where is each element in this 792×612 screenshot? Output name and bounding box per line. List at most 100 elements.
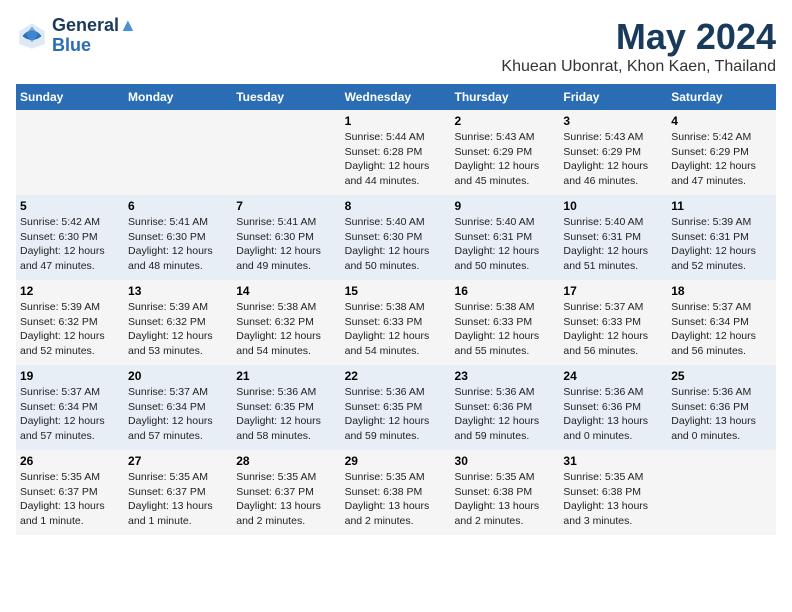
day-number: 4 (671, 114, 772, 128)
main-title: May 2024 (501, 16, 776, 58)
calendar-cell: 5 Sunrise: 5:42 AMSunset: 6:30 PMDaylight… (16, 195, 124, 280)
calendar-cell: 27 Sunrise: 5:35 AMSunset: 6:37 PMDayligh… (124, 450, 232, 535)
day-number: 25 (671, 369, 772, 383)
week-row-2: 5 Sunrise: 5:42 AMSunset: 6:30 PMDaylight… (16, 195, 776, 280)
day-info: Sunrise: 5:41 AMSunset: 6:30 PMDaylight:… (236, 215, 336, 274)
calendar-cell: 29 Sunrise: 5:35 AMSunset: 6:38 PMDayligh… (341, 450, 451, 535)
calendar-cell: 4Sunrise: 5:42 AMSunset: 6:29 PMDaylight… (667, 110, 776, 195)
day-info: Sunrise: 5:40 AMSunset: 6:31 PMDaylight:… (455, 215, 556, 274)
day-number: 24 (563, 369, 663, 383)
day-number: 18 (671, 284, 772, 298)
day-info: Sunrise: 5:35 AMSunset: 6:37 PMDaylight:… (20, 470, 120, 529)
day-number: 3 (563, 114, 663, 128)
day-info: Sunrise: 5:39 AMSunset: 6:32 PMDaylight:… (20, 300, 120, 359)
day-info: Sunrise: 5:38 AMSunset: 6:33 PMDaylight:… (455, 300, 556, 359)
day-number: 30 (455, 454, 556, 468)
day-number: 19 (20, 369, 120, 383)
calendar-cell: 7 Sunrise: 5:41 AMSunset: 6:30 PMDaylight… (232, 195, 340, 280)
day-number: 9 (455, 199, 556, 213)
calendar-cell: 18Sunrise: 5:37 AMSunset: 6:34 PMDayligh… (667, 280, 776, 365)
day-info: Sunrise: 5:37 AMSunset: 6:33 PMDaylight:… (563, 300, 663, 359)
day-number: 27 (128, 454, 228, 468)
week-row-4: 19 Sunrise: 5:37 AMSunset: 6:34 PMDayligh… (16, 365, 776, 450)
day-info: Sunrise: 5:42 AMSunset: 6:30 PMDaylight:… (20, 215, 120, 274)
day-info: Sunrise: 5:37 AMSunset: 6:34 PMDaylight:… (20, 385, 120, 444)
day-info: Sunrise: 5:38 AMSunset: 6:33 PMDaylight:… (345, 300, 447, 359)
day-info: Sunrise: 5:41 AMSunset: 6:30 PMDaylight:… (128, 215, 228, 274)
day-number: 5 (20, 199, 120, 213)
header-cell-wednesday: Wednesday (341, 84, 451, 110)
calendar-cell (124, 110, 232, 195)
day-number: 23 (455, 369, 556, 383)
calendar-cell: 6Sunrise: 5:41 AMSunset: 6:30 PMDaylight… (124, 195, 232, 280)
calendar-cell: 24 Sunrise: 5:36 AMSunset: 6:36 PMDayligh… (559, 365, 667, 450)
day-number: 8 (345, 199, 447, 213)
day-number: 10 (563, 199, 663, 213)
day-info: Sunrise: 5:40 AMSunset: 6:31 PMDaylight:… (563, 215, 663, 274)
day-number: 20 (128, 369, 228, 383)
week-row-3: 12 Sunrise: 5:39 AMSunset: 6:32 PMDayligh… (16, 280, 776, 365)
day-info: Sunrise: 5:44 AMSunset: 6:28 PMDaylight:… (345, 130, 447, 189)
day-info: Sunrise: 5:43 AMSunset: 6:29 PMDaylight:… (455, 130, 556, 189)
calendar-cell: 23 Sunrise: 5:36 AMSunset: 6:36 PMDayligh… (451, 365, 560, 450)
day-number: 15 (345, 284, 447, 298)
calendar-cell: 25 Sunrise: 5:36 AMSunset: 6:36 PMDayligh… (667, 365, 776, 450)
day-number: 2 (455, 114, 556, 128)
calendar-cell: 20Sunrise: 5:37 AMSunset: 6:34 PMDayligh… (124, 365, 232, 450)
day-info: Sunrise: 5:35 AMSunset: 6:38 PMDaylight:… (563, 470, 663, 529)
day-info: Sunrise: 5:35 AMSunset: 6:37 PMDaylight:… (128, 470, 228, 529)
day-info: Sunrise: 5:35 AMSunset: 6:38 PMDaylight:… (345, 470, 447, 529)
day-number: 17 (563, 284, 663, 298)
day-info: Sunrise: 5:35 AMSunset: 6:37 PMDaylight:… (236, 470, 336, 529)
day-info: Sunrise: 5:39 AMSunset: 6:32 PMDaylight:… (128, 300, 228, 359)
day-number: 16 (455, 284, 556, 298)
calendar-cell: 21Sunrise: 5:36 AMSunset: 6:35 PMDayligh… (232, 365, 340, 450)
header-cell-tuesday: Tuesday (232, 84, 340, 110)
day-number: 29 (345, 454, 447, 468)
day-number: 11 (671, 199, 772, 213)
calendar-cell (667, 450, 776, 535)
calendar-cell: 11 Sunrise: 5:39 AMSunset: 6:31 PMDayligh… (667, 195, 776, 280)
week-row-5: 26 Sunrise: 5:35 AMSunset: 6:37 PMDayligh… (16, 450, 776, 535)
day-number: 22 (345, 369, 447, 383)
header-cell-saturday: Saturday (667, 84, 776, 110)
calendar-cell (232, 110, 340, 195)
day-number: 21 (236, 369, 336, 383)
day-info: Sunrise: 5:36 AMSunset: 6:36 PMDaylight:… (455, 385, 556, 444)
logo-icon (16, 20, 48, 52)
day-number: 1 (345, 114, 447, 128)
page-header: General▲ Blue May 2024 Khuean Ubonrat, K… (16, 16, 776, 76)
calendar-cell: 13 Sunrise: 5:39 AMSunset: 6:32 PMDayligh… (124, 280, 232, 365)
calendar-cell: 16 Sunrise: 5:38 AMSunset: 6:33 PMDayligh… (451, 280, 560, 365)
calendar-cell: 12 Sunrise: 5:39 AMSunset: 6:32 PMDayligh… (16, 280, 124, 365)
subtitle: Khuean Ubonrat, Khon Kaen, Thailand (501, 58, 776, 76)
calendar-cell: 10 Sunrise: 5:40 AMSunset: 6:31 PMDayligh… (559, 195, 667, 280)
day-info: Sunrise: 5:36 AMSunset: 6:35 PMDaylight:… (345, 385, 447, 444)
calendar-cell: 9 Sunrise: 5:40 AMSunset: 6:31 PMDaylight… (451, 195, 560, 280)
logo: General▲ Blue (16, 16, 137, 56)
calendar-cell: 17 Sunrise: 5:37 AMSunset: 6:33 PMDayligh… (559, 280, 667, 365)
header-cell-monday: Monday (124, 84, 232, 110)
day-number: 14 (236, 284, 336, 298)
calendar-cell: 1 Sunrise: 5:44 AMSunset: 6:28 PMDaylight… (341, 110, 451, 195)
calendar-cell: 3 Sunrise: 5:43 AMSunset: 6:29 PMDaylight… (559, 110, 667, 195)
calendar-cell: 14 Sunrise: 5:38 AMSunset: 6:32 PMDayligh… (232, 280, 340, 365)
day-info: Sunrise: 5:36 AMSunset: 6:36 PMDaylight:… (671, 385, 772, 444)
logo-text: General▲ Blue (52, 16, 137, 56)
day-number: 7 (236, 199, 336, 213)
day-number: 12 (20, 284, 120, 298)
calendar-cell: 30Sunrise: 5:35 AMSunset: 6:38 PMDayligh… (451, 450, 560, 535)
week-row-1: 1 Sunrise: 5:44 AMSunset: 6:28 PMDaylight… (16, 110, 776, 195)
calendar-cell: 15 Sunrise: 5:38 AMSunset: 6:33 PMDayligh… (341, 280, 451, 365)
day-info: Sunrise: 5:38 AMSunset: 6:32 PMDaylight:… (236, 300, 336, 359)
calendar-cell: 2 Sunrise: 5:43 AMSunset: 6:29 PMDaylight… (451, 110, 560, 195)
day-number: 13 (128, 284, 228, 298)
day-info: Sunrise: 5:43 AMSunset: 6:29 PMDaylight:… (563, 130, 663, 189)
day-info: Sunrise: 5:39 AMSunset: 6:31 PMDaylight:… (671, 215, 772, 274)
day-info: Sunrise: 5:36 AMSunset: 6:36 PMDaylight:… (563, 385, 663, 444)
calendar-cell: 19 Sunrise: 5:37 AMSunset: 6:34 PMDayligh… (16, 365, 124, 450)
calendar-cell: 22 Sunrise: 5:36 AMSunset: 6:35 PMDayligh… (341, 365, 451, 450)
header-cell-sunday: Sunday (16, 84, 124, 110)
calendar-cell (16, 110, 124, 195)
day-number: 26 (20, 454, 120, 468)
